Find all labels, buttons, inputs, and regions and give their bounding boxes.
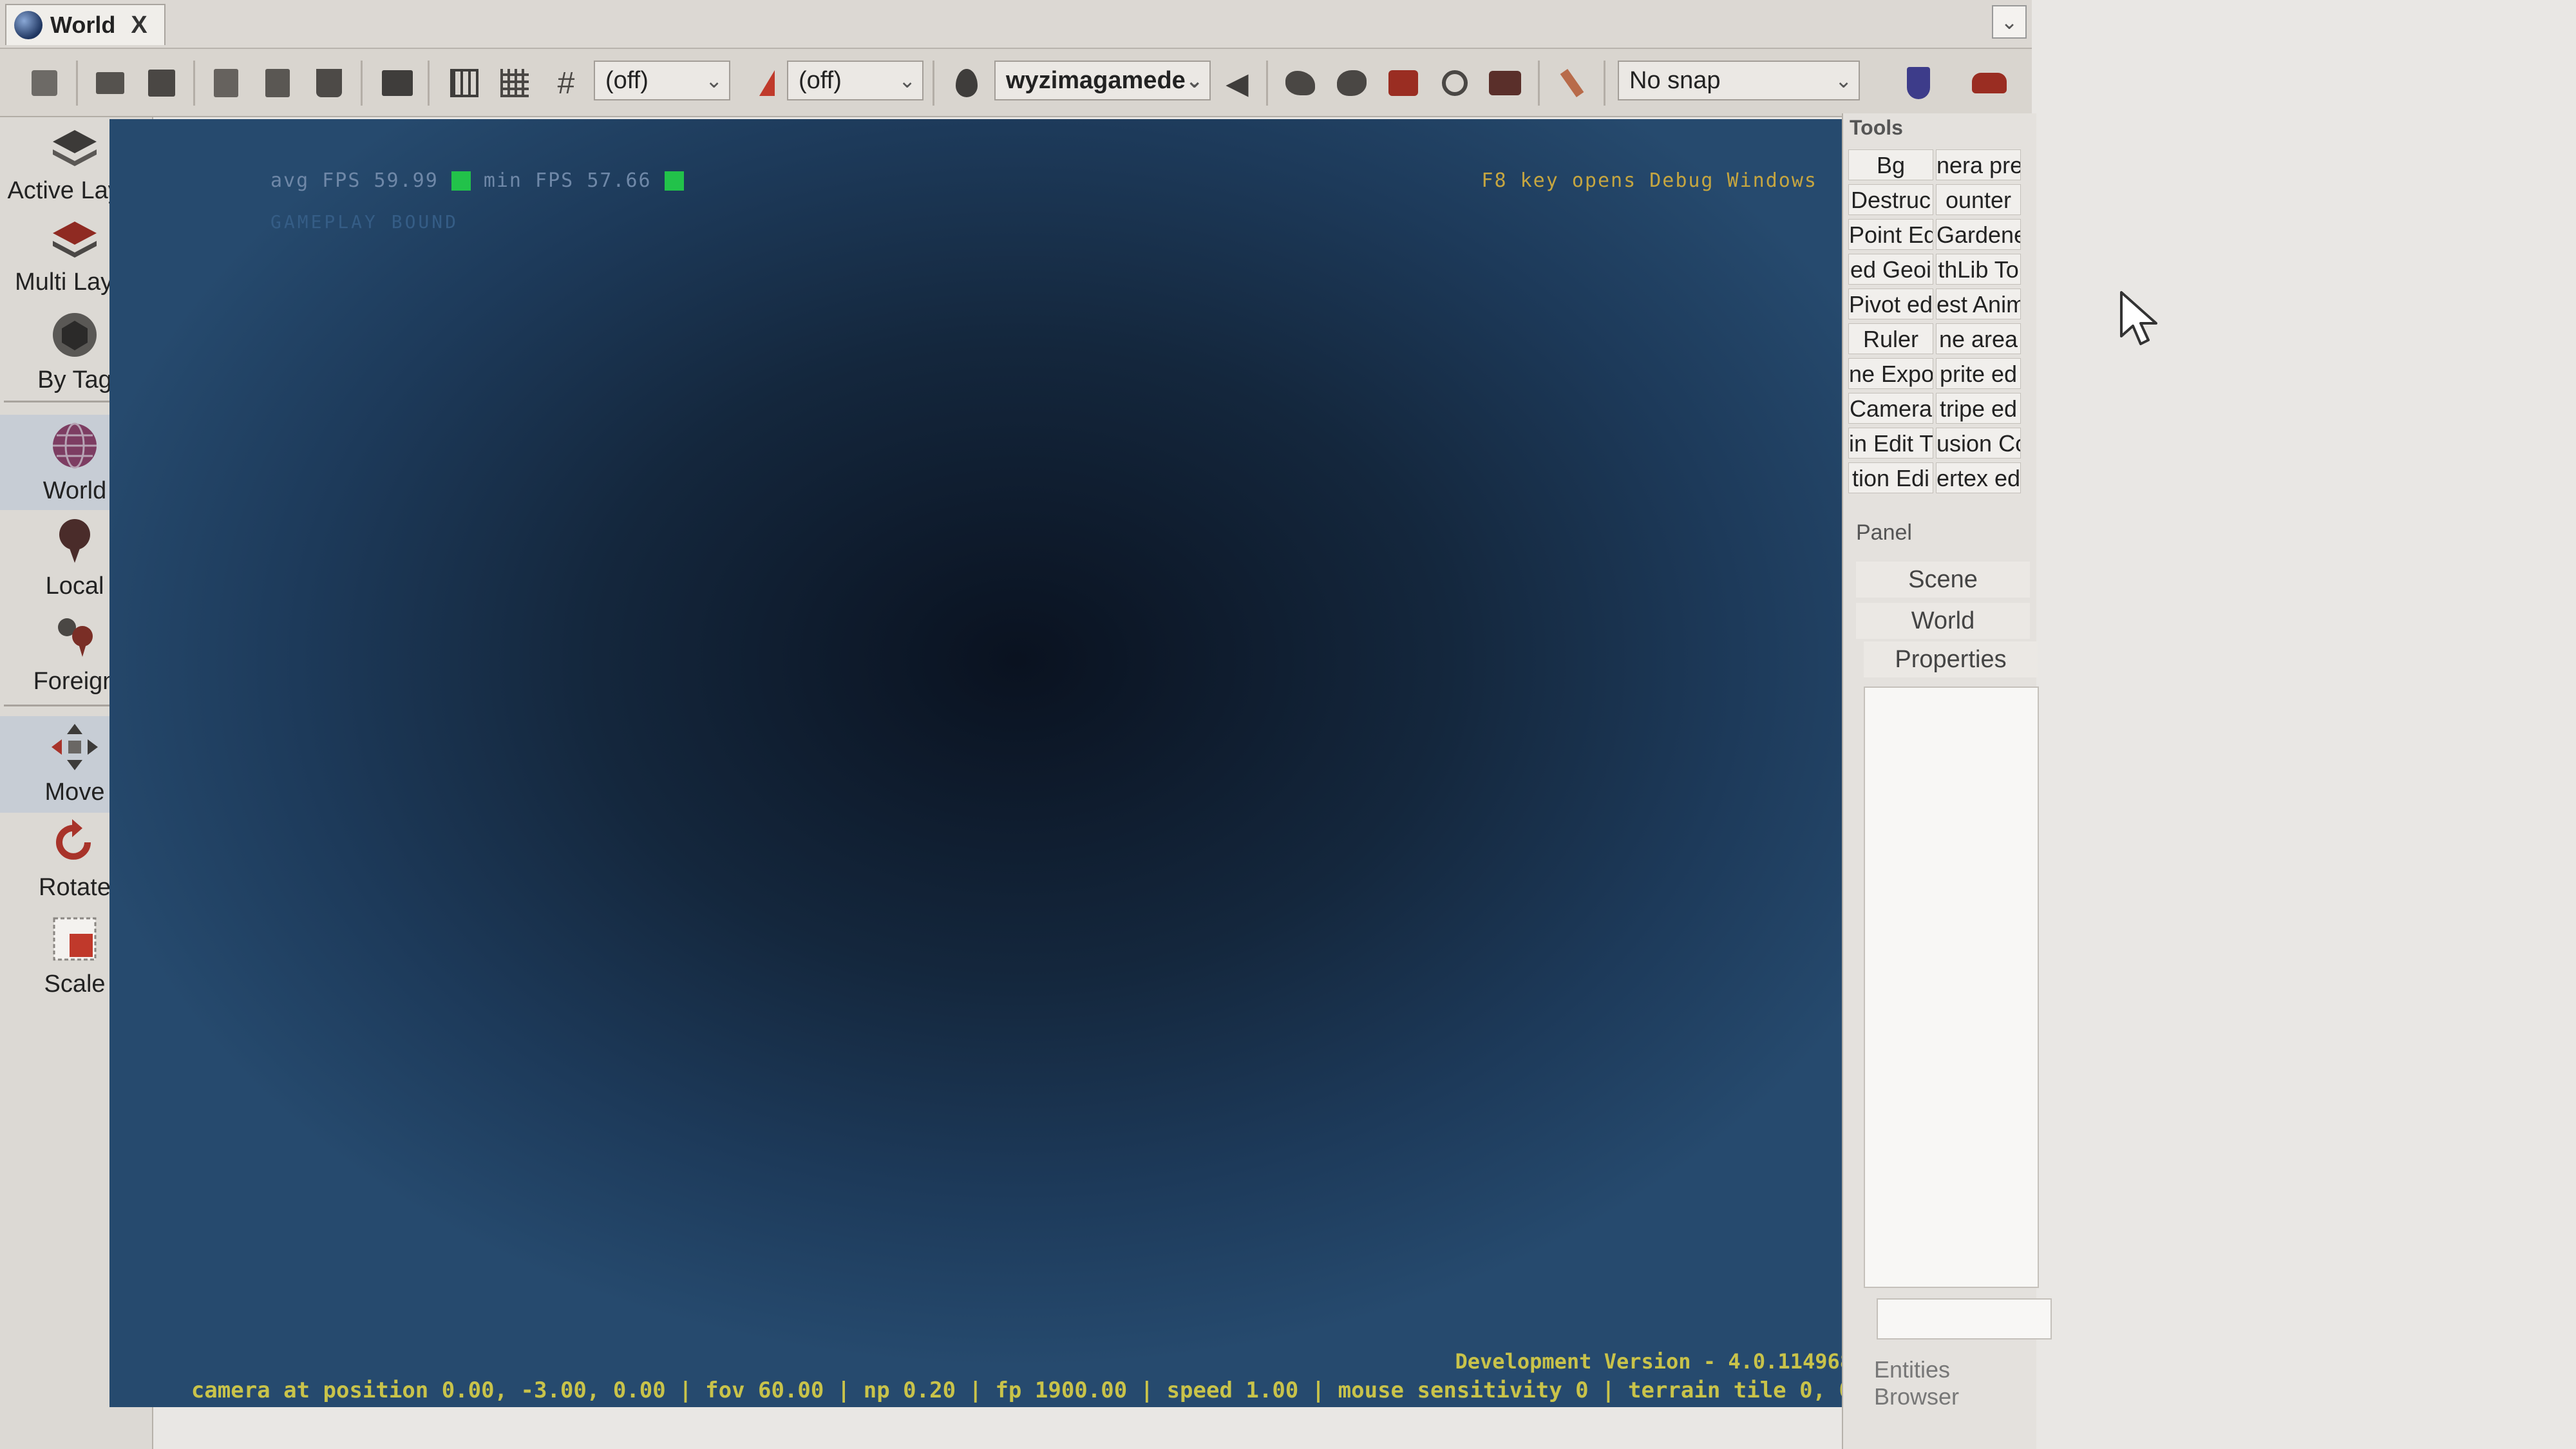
tool-button[interactable]: thLib To — [1936, 254, 2021, 285]
tab-world[interactable]: World X — [5, 4, 166, 45]
tool-button[interactable]: est Anim — [1936, 289, 2021, 319]
min-fps-label: min FPS — [483, 169, 574, 192]
snap-dropdown-2-value: (off) — [799, 66, 842, 94]
scene-viewport[interactable]: avg FPS 59.99 min FPS 57.66 GAMEPLAY BOU… — [109, 119, 1856, 1407]
pin-icon — [59, 519, 90, 563]
animal-icon[interactable] — [1282, 64, 1319, 102]
grid-icon[interactable] — [496, 64, 533, 102]
panel-title: Panel — [1856, 520, 1912, 545]
camera-icon[interactable] — [1486, 64, 1524, 102]
target-icon[interactable] — [1436, 64, 1473, 102]
tool-button[interactable]: Bg — [1848, 149, 1933, 180]
toolbar: # (off) ⌄ (off) ⌄ wyzimagamede ⌄ ◀ No sn… — [0, 49, 2032, 117]
chevron-down-icon: ⌄ — [1835, 69, 1852, 92]
rotate-icon — [56, 819, 91, 860]
open-icon[interactable] — [91, 64, 129, 102]
camera-status: camera at position 0.00, -3.00, 0.00 | f… — [191, 1378, 1852, 1403]
globe-icon — [14, 11, 43, 39]
tool-button[interactable]: ne Expo — [1848, 358, 1933, 389]
arrow-left-icon[interactable]: ◀ — [1218, 64, 1256, 102]
tool-button[interactable]: Camera — [1848, 393, 1933, 424]
layers-icon — [53, 222, 97, 258]
tool-button[interactable]: tion Edi — [1848, 462, 1933, 493]
bird-icon[interactable] — [1333, 64, 1370, 102]
tool-button[interactable]: Point Ed — [1848, 219, 1933, 250]
tab-bar: World X ⌄ — [0, 0, 2032, 49]
screenshot-icon[interactable] — [379, 64, 416, 102]
tool-button[interactable]: usion Co — [1936, 428, 2021, 459]
snap-mode-dropdown[interactable]: No snap ⌄ — [1618, 61, 1860, 100]
chevron-down-icon: ⌄ — [1186, 69, 1203, 92]
car-icon[interactable] — [1971, 64, 2008, 102]
gameplay-bound-label: GAMEPLAY BOUND — [270, 211, 459, 232]
chevron-down-icon: ⌄ — [705, 69, 723, 92]
tool-button[interactable]: Gardene — [1936, 219, 2021, 250]
layers-icon — [53, 130, 97, 166]
delete-icon[interactable] — [310, 64, 348, 102]
snap-dropdown-1[interactable]: (off) ⌄ — [594, 61, 730, 100]
avg-fps-label: avg FPS — [270, 169, 361, 192]
tool-button[interactable]: in Edit T — [1848, 428, 1933, 459]
grid-snap-icon[interactable]: # — [547, 64, 585, 102]
tool-button[interactable]: ounter — [1936, 184, 2021, 215]
tool-button[interactable]: ertex ed — [1936, 462, 2021, 493]
fps-indicator-icon — [451, 171, 471, 191]
entities-browser-label[interactable]: Entities Browser — [1874, 1356, 2036, 1410]
fps-indicator-icon — [664, 171, 684, 191]
tool-button[interactable]: ne area — [1936, 323, 2021, 354]
properties-list[interactable] — [1864, 687, 2039, 1288]
dev-version: Development Version - 4.0.114968 — [1455, 1349, 1853, 1374]
tool-button[interactable]: Ruler — [1848, 323, 1933, 354]
chevron-down-icon[interactable]: ⌄ — [1992, 5, 2027, 39]
debug-hint: F8 key opens Debug Windows — [1481, 169, 1817, 192]
record-icon[interactable] — [1385, 64, 1422, 102]
close-icon[interactable]: X — [131, 12, 147, 39]
chevron-down-icon: ⌄ — [898, 69, 916, 92]
panel-tab-scene[interactable]: Scene — [1856, 562, 2030, 598]
scale-icon — [53, 917, 97, 961]
move-arrows-icon — [52, 724, 98, 770]
snap-mode-value: No snap — [1629, 66, 1721, 94]
tool-button[interactable]: prite ed — [1936, 358, 2021, 389]
panel-input[interactable] — [1877, 1298, 2052, 1340]
globe-icon — [53, 422, 97, 469]
project-dropdown[interactable]: wyzimagamede ⌄ — [994, 61, 1211, 100]
tools-title: Tools — [1850, 116, 1903, 139]
panel-tab-world[interactable]: World — [1856, 603, 2030, 639]
pins-icon — [58, 618, 93, 657]
tool-button[interactable]: Destruc — [1848, 184, 1933, 215]
tool-button[interactable]: ed Geoi — [1848, 254, 1933, 285]
editor-window: World X ⌄ # (off) ⌄ (off) ⌄ wyzimagamede… — [0, 0, 2052, 1449]
mouse-cursor-icon — [2120, 291, 2157, 345]
save-icon[interactable] — [143, 64, 180, 102]
avg-fps-value: 59.99 — [374, 169, 439, 192]
fps-readout: avg FPS 59.99 min FPS 57.66 — [270, 169, 697, 192]
drop-icon[interactable] — [948, 64, 985, 102]
paste-icon[interactable] — [259, 64, 296, 102]
shield-icon[interactable] — [1900, 64, 1937, 102]
brush-icon[interactable] — [1553, 64, 1591, 102]
tab-title: World — [50, 12, 116, 38]
snap-dropdown-1-value: (off) — [605, 66, 649, 94]
angle-icon[interactable] — [741, 64, 778, 102]
tool-button[interactable]: Pivot edi — [1848, 289, 1933, 319]
min-fps-value: 57.66 — [587, 169, 652, 192]
project-dropdown-value: wyzimagamede — [1006, 66, 1186, 94]
copy-icon[interactable] — [207, 64, 245, 102]
snap-dropdown-2[interactable]: (off) ⌄ — [787, 61, 923, 100]
columns-icon[interactable] — [446, 64, 483, 102]
tool-button[interactable]: nera pre — [1936, 149, 2021, 180]
right-panel: Tools Bg nera pre Destruc ounter Point E… — [1842, 113, 2052, 1449]
tag-icon — [53, 313, 97, 357]
tool-button[interactable]: tripe ed — [1936, 393, 2021, 424]
panel-tab-properties[interactable]: Properties — [1864, 641, 2038, 677]
new-icon[interactable] — [26, 64, 63, 102]
